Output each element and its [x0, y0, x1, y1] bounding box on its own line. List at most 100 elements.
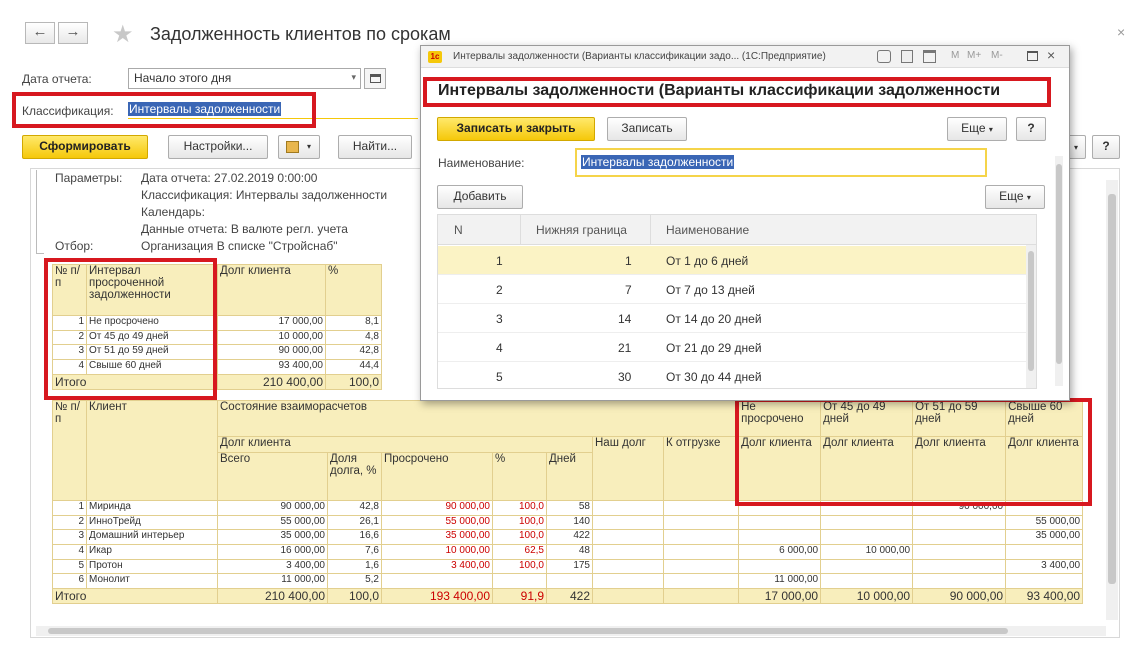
- cell: 42,8: [325, 344, 382, 361]
- maximize-icon[interactable]: [1027, 51, 1038, 61]
- total-row: Итого 210 400,00 100,0: [52, 373, 382, 390]
- scroll-thumb[interactable]: [1056, 164, 1062, 364]
- param-line: Данные отчета: В валюте регл. учета: [141, 222, 348, 236]
- save-and-close-button[interactable]: Записать и закрыть: [437, 117, 595, 141]
- cell: [820, 500, 914, 516]
- param-line: Календарь:: [141, 205, 205, 219]
- classification-field[interactable]: Интервалы задолженности: [128, 102, 282, 116]
- add-button[interactable]: Добавить: [437, 185, 523, 209]
- grid-row[interactable]: 2 7 От 7 до 13 дней: [438, 275, 1036, 304]
- col-header: Свыше 60 дней: [1005, 400, 1084, 437]
- forward-button[interactable]: →: [58, 22, 88, 44]
- back-arrow-icon: ←: [32, 23, 48, 40]
- cell: 4: [52, 544, 87, 560]
- calendar-button[interactable]: [364, 68, 386, 89]
- more-button[interactable]: Еще ▾: [947, 117, 1007, 141]
- cell: 4: [496, 341, 503, 355]
- cell: 100,0: [492, 514, 547, 531]
- col-header: Наш долг: [592, 436, 664, 501]
- classification-label: Классификация:: [22, 104, 114, 118]
- table-row: 2 ИнноТрейд 55 000,00 26,1 55 000,00 100,0 140…: [52, 514, 1084, 531]
- cell: 93 400,00: [217, 359, 326, 375]
- table-header: № п/п Клиент Состояние взаиморасчетов Не…: [52, 400, 1084, 501]
- col-header: %: [492, 452, 547, 501]
- cell: 10 000,00: [820, 544, 914, 560]
- memory-m-button[interactable]: M: [951, 50, 959, 61]
- generate-button[interactable]: Сформировать: [22, 135, 148, 159]
- cell: 17 000,00: [738, 588, 822, 605]
- memory-plus-button[interactable]: M+: [967, 50, 981, 61]
- scroll-thumb[interactable]: [48, 628, 1008, 634]
- close-icon[interactable]: ×: [1047, 47, 1055, 63]
- dialog-header: Интервалы задолженности (Варианты класси…: [438, 82, 1001, 99]
- cell: От 7 до 13 дней: [666, 283, 755, 297]
- cell: 1: [52, 500, 87, 516]
- cell: 1: [52, 315, 87, 331]
- grid-scrollbar[interactable]: [1026, 245, 1036, 388]
- help-button[interactable]: ?: [1016, 117, 1046, 141]
- cell: 2: [52, 329, 87, 346]
- grid-row-selected[interactable]: 1 1 От 1 до 6 дней: [438, 246, 1036, 275]
- cell: 90 000,00: [381, 500, 493, 516]
- cell: [912, 529, 1007, 546]
- dropdown-arrow-icon[interactable]: ▾: [351, 72, 356, 83]
- cell: [820, 529, 914, 546]
- summary-table: № п/п Интервал просроченной задолженност…: [52, 264, 382, 390]
- scroll-thumb[interactable]: [1108, 194, 1116, 584]
- dialog-scrollbar[interactable]: [1055, 156, 1063, 386]
- col-header: Долг клиента: [217, 264, 326, 316]
- cell: 90 000,00: [912, 588, 1007, 605]
- col-header: %: [325, 264, 382, 316]
- cell: 100,0: [325, 373, 382, 390]
- grid-row[interactable]: 3 14 От 14 до 20 дней: [438, 304, 1036, 333]
- calculator-icon[interactable]: [901, 50, 913, 63]
- param-line: Дата отчета: 27.02.2019 0:00:00: [141, 171, 318, 185]
- cell: 26,1: [327, 514, 382, 531]
- report-date-label: Дата отчета:: [22, 72, 92, 86]
- help-button[interactable]: ?: [1092, 135, 1120, 159]
- cell: 35 000,00: [1005, 529, 1084, 546]
- find-button[interactable]: Найти...: [338, 135, 412, 159]
- col-divider: [520, 215, 521, 245]
- cell: 10 000,00: [820, 588, 914, 605]
- param-line: Классификация: Интервалы задолженности: [141, 188, 388, 202]
- save-button[interactable]: Записать: [607, 117, 687, 141]
- cell: 100,0: [492, 558, 547, 575]
- link-icon[interactable]: [877, 50, 891, 63]
- cell: 42,8: [327, 500, 382, 516]
- table-row: 1 Миринда 90 000,00 42,8 90 000,00 100,0 58 90 …: [52, 500, 1084, 516]
- scroll-thumb[interactable]: [1028, 251, 1034, 371]
- cell: [738, 529, 822, 546]
- table-row: 5 Протон 3 400,00 1,6 3 400,00 100,0 175 3 400,…: [52, 558, 1084, 575]
- cell: [546, 573, 593, 590]
- col-header: Клиент: [86, 400, 218, 501]
- memory-minus-button[interactable]: M-: [991, 50, 1003, 61]
- report-date-field[interactable]: Начало этого дня ▾: [128, 68, 361, 89]
- variants-button[interactable]: ▾: [278, 135, 320, 159]
- cell: 90 000,00: [217, 344, 326, 361]
- cell: Домашний интерьер: [86, 529, 218, 546]
- cell: ИнноТрейд: [86, 514, 218, 531]
- cell: [738, 500, 822, 516]
- grid-row[interactable]: 5 30 От 30 до 44 дней: [438, 362, 1036, 388]
- cell: 17 000,00: [217, 315, 326, 331]
- grid-more-button[interactable]: Еще ▾: [985, 185, 1045, 209]
- table-row: 3 От 51 до 59 дней 90 000,00 42,8: [52, 344, 382, 361]
- settings-button[interactable]: Настройки...: [168, 135, 268, 159]
- table-row: 4 Свыше 60 дней 93 400,00 44,4: [52, 359, 382, 375]
- close-icon[interactable]: ×: [1117, 24, 1125, 40]
- table-row: 6 Монолит 11 000,00 5,2 11 000,00: [52, 573, 1084, 590]
- col-header: Нижняя граница: [536, 223, 627, 237]
- cell: 21: [618, 341, 632, 355]
- name-input[interactable]: Интервалы задолженности: [575, 148, 987, 177]
- grid-row[interactable]: 4 21 От 21 до 29 дней: [438, 333, 1036, 362]
- cell: Монолит: [86, 573, 218, 590]
- cell: [1005, 500, 1084, 516]
- cell: 210 400,00: [217, 588, 328, 605]
- calendar-icon[interactable]: [923, 50, 936, 63]
- favorite-star-icon[interactable]: ★: [112, 20, 134, 49]
- cell: 58: [546, 500, 593, 516]
- horizontal-scrollbar[interactable]: [36, 626, 1106, 636]
- back-button[interactable]: ←: [25, 22, 55, 44]
- vertical-scrollbar[interactable]: [1106, 180, 1118, 620]
